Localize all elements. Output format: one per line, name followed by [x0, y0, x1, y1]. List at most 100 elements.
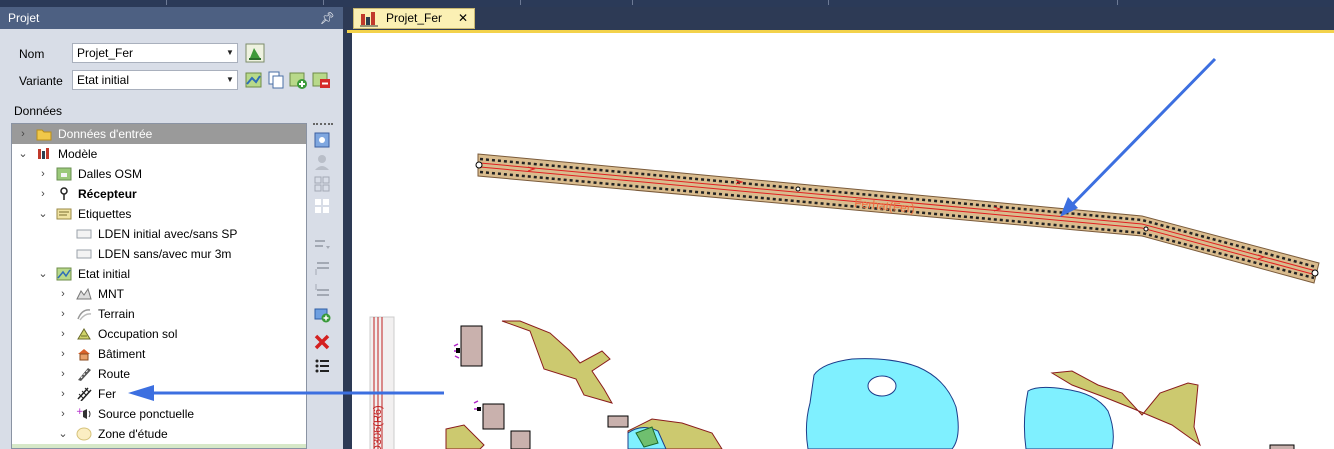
chevron-down-icon[interactable]: ⌄	[18, 144, 28, 164]
chevron-right-icon[interactable]: ›	[18, 124, 28, 144]
add-variant-button[interactable]	[288, 70, 308, 90]
tree-item-lden-initial[interactable]: LDEN initial avec/sans SP	[12, 224, 306, 244]
terrain-model-icon	[76, 287, 92, 301]
tree-item-batiment[interactable]: › Bâtiment	[12, 344, 306, 364]
edit-style-icon[interactable]	[313, 235, 331, 253]
building[interactable]	[607, 415, 629, 428]
building[interactable]	[482, 403, 505, 430]
tree-item-lden-sans-avec[interactable]: LDEN sans/avec mur 3m	[12, 244, 306, 264]
tree-item-source-ponctuelle[interactable]: › + Source ponctuelle	[12, 404, 306, 424]
label-item-icon	[76, 227, 92, 241]
variante-combobox[interactable]: Etat initial ▼	[72, 70, 238, 90]
delete-icon[interactable]	[313, 333, 331, 351]
tree-item-occupation-sol[interactable]: › Occupation sol	[12, 324, 306, 344]
water-body[interactable]	[805, 358, 959, 449]
delete-variant-button[interactable]	[311, 70, 331, 90]
water-island	[867, 375, 897, 397]
add-layer-icon[interactable]	[313, 131, 331, 149]
tree-item-label: Bâtiment	[98, 347, 146, 361]
chevron-right-icon[interactable]: ›	[58, 284, 68, 304]
tree-item-label: Route	[98, 367, 131, 381]
chevron-right-icon[interactable]: ›	[58, 364, 68, 384]
chevron-down-icon[interactable]: ⌄	[58, 424, 68, 444]
building[interactable]	[1269, 444, 1295, 449]
tree-item-label: Fer	[98, 387, 116, 401]
rail-node[interactable]	[475, 161, 483, 169]
chevron-down-icon[interactable]: ⌄	[38, 264, 48, 284]
nom-combobox[interactable]: Projet_Fer ▼	[72, 43, 238, 63]
tree-item-recepteur[interactable]: › Récepteur	[12, 184, 306, 204]
variant-map-icon	[245, 72, 262, 88]
data-tree: › Données d'entrée ⌄ Modèle › Dalles OSM…	[11, 123, 307, 449]
building[interactable]	[510, 430, 531, 449]
tree-item-route[interactable]: › Route	[12, 364, 306, 384]
tree-item-label: Modèle	[58, 147, 98, 161]
tree-item-dalles-osm[interactable]: › Dalles OSM	[12, 164, 306, 184]
map-canvas[interactable]: Ferhat(Fer) D306(R6)	[352, 33, 1334, 449]
chevron-right-icon[interactable]: ›	[58, 404, 68, 424]
close-icon[interactable]: ✕	[458, 9, 468, 28]
project-panel-title-bar: Projet 📌︎	[0, 7, 343, 29]
land-use-icon	[76, 327, 91, 341]
annotation-arrow	[1066, 57, 1217, 211]
tree-item-etat-initial[interactable]: ⌄ Etat initial	[12, 264, 306, 284]
receiver-icon	[56, 187, 71, 201]
rail-node[interactable]	[1311, 269, 1319, 277]
move-down-icon[interactable]	[313, 281, 331, 299]
tree-item-donnees-entree[interactable]: › Données d'entrée	[12, 124, 306, 144]
user-icon[interactable]	[313, 153, 331, 171]
point-source-icon: +	[76, 407, 91, 421]
chevron-right-icon[interactable]: ›	[58, 324, 68, 344]
labels-icon	[56, 207, 72, 221]
tab-label: Projet_Fer	[386, 11, 443, 25]
tree-item-etiquettes[interactable]: ⌄ Etiquettes	[12, 204, 306, 224]
rail-node[interactable]	[795, 186, 801, 192]
list-icon[interactable]	[313, 357, 331, 375]
move-up-icon[interactable]	[313, 259, 331, 277]
project-panel: Projet 📌︎ Nom Projet_Fer ▼ Variante Etat…	[0, 7, 343, 449]
tree-item-label: Récepteur	[78, 187, 137, 201]
copy-variant-button[interactable]	[266, 70, 286, 90]
study-zone-icon	[76, 427, 92, 441]
chevron-right-icon[interactable]: ›	[38, 164, 48, 184]
tree-item-fer[interactable]: › Fer	[12, 384, 306, 404]
variant-icon	[56, 267, 72, 281]
chevron-right-icon[interactable]: ›	[58, 304, 68, 324]
tiles-icon[interactable]	[313, 197, 331, 215]
point-marker	[456, 348, 460, 353]
map-document-icon	[360, 12, 378, 27]
map-drawing[interactable]: Ferhat(Fer) D306(R6)	[352, 33, 1334, 449]
water-body[interactable]	[1023, 386, 1114, 449]
chevron-down-icon[interactable]: ▼	[223, 71, 237, 89]
pin-icon[interactable]: 📌︎	[320, 7, 335, 29]
tree-item-label: Dalles OSM	[78, 167, 143, 181]
document-tab-bar	[347, 7, 1334, 30]
railway-corridor[interactable]	[477, 153, 1320, 284]
delete-variant-icon	[312, 72, 330, 88]
chevron-down-icon[interactable]: ▼	[223, 44, 237, 62]
variante-value: Etat initial	[77, 73, 130, 87]
variant-map-button[interactable]	[244, 70, 264, 90]
grid-icon[interactable]	[313, 175, 331, 193]
tree-item-label: MNT	[98, 287, 124, 301]
chevron-down-icon[interactable]: ⌄	[38, 204, 48, 224]
building[interactable]	[460, 325, 483, 367]
chevron-right-icon[interactable]: ›	[58, 344, 68, 364]
vegetation-area[interactable]	[445, 424, 485, 449]
tree-item-modele[interactable]: ⌄ Modèle	[12, 144, 306, 164]
tree-item-mnt[interactable]: › MNT	[12, 284, 306, 304]
chevron-right-icon[interactable]: ›	[38, 184, 48, 204]
vegetation-area[interactable]	[501, 320, 614, 404]
tree-item-zone-etude[interactable]: ⌄ Zone d'étude	[12, 424, 306, 444]
tree-item-terrain[interactable]: › Terrain	[12, 304, 306, 324]
tree-next-item-partial	[12, 444, 306, 448]
chevron-right-icon[interactable]: ›	[58, 384, 68, 404]
tree-item-label: LDEN initial avec/sans SP	[98, 227, 238, 241]
tab-projet-fer[interactable]: Projet_Fer ✕	[353, 8, 475, 29]
nom-label: Nom	[19, 47, 45, 61]
add-feature-icon[interactable]	[313, 305, 331, 323]
road-label: D306(R6)	[372, 405, 384, 449]
tree-item-label: LDEN sans/avec mur 3m	[98, 247, 232, 261]
rail-node[interactable]	[1143, 226, 1149, 232]
edit-project-button[interactable]	[245, 43, 265, 63]
